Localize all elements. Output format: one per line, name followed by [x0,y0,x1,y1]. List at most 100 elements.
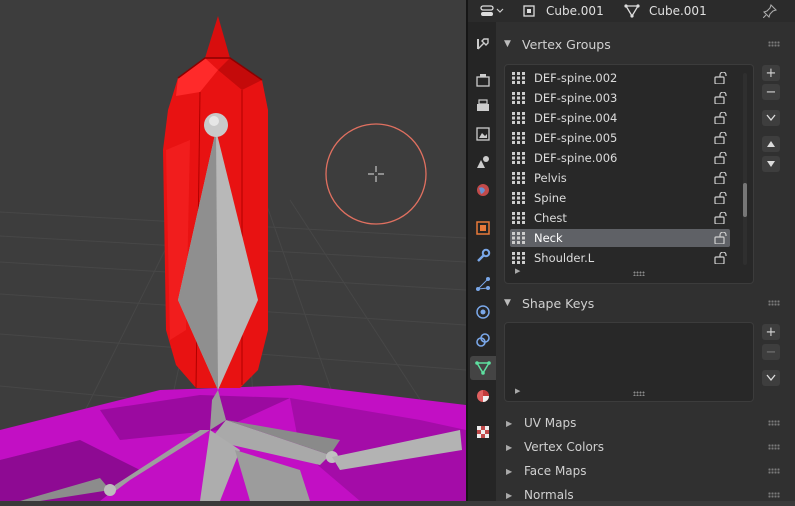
shape-keys-panel-header[interactable]: ▼ Shape Keys [500,292,786,314]
scrollbar-thumb[interactable] [743,183,747,217]
3d-viewport[interactable] [0,0,466,501]
object-breadcrumb[interactable]: Cube.001 [522,0,604,22]
vertex-group-icon [512,112,525,124]
vertex-group-row[interactable]: Pelvis [510,169,730,187]
vertex-group-specials-button[interactable] [762,110,780,126]
vertex-groups-list[interactable]: DEF-spine.002 DEF-spine.003 DEF-spine.004 D… [504,64,754,284]
unlock-icon[interactable] [714,192,728,204]
vertex-group-name: DEF-spine.006 [534,151,618,165]
tab-tool[interactable] [470,32,496,56]
vertex-colors-panel-header[interactable]: ▶ Vertex Colors [500,436,786,458]
panel-drag-grip[interactable] [768,41,780,47]
list-resize-grip[interactable] [633,391,645,396]
triangle-up-icon [767,141,775,147]
remove-shape-key-button[interactable]: − [762,344,780,360]
unlock-icon[interactable] [714,212,728,224]
tab-render[interactable] [470,68,496,92]
world-icon [477,184,489,196]
tab-output[interactable] [470,94,496,118]
physics-icon [476,305,490,319]
shape-keys-title: Shape Keys [522,295,595,311]
output-icon [477,99,489,111]
vertex-groups-panel-header[interactable]: ▼ Vertex Groups [500,33,786,55]
collapsed-triangle-icon: ▶ [506,418,513,428]
unlock-icon[interactable] [714,232,728,244]
panel-drag-grip[interactable] [768,492,780,498]
properties-editor: Cube.001 Cube.001 ▼ Vertex Groups DEF-sp… [468,0,795,502]
unlock-icon[interactable] [714,152,728,164]
vertex-group-name: DEF-spine.004 [534,111,618,125]
unlock-icon[interactable] [714,72,728,84]
tab-material[interactable] [470,384,496,408]
list-resize-grip[interactable] [633,271,645,276]
editor-type-dropdown[interactable] [480,0,504,22]
vertex-group-row[interactable]: Chest [510,209,730,227]
material-icon [477,390,489,402]
vertex-group-row[interactable]: DEF-spine.005 [510,129,730,147]
properties-header: Cube.001 Cube.001 [468,0,795,22]
vertex-group-icon [512,152,525,164]
add-shape-key-button[interactable]: + [762,324,780,340]
object-orange-icon [476,221,490,235]
list-filter-toggle-icon[interactable]: ▶ [515,387,520,395]
texture-checker-icon [477,426,489,438]
vertex-group-name: DEF-spine.002 [534,71,618,85]
pin-button[interactable] [763,0,777,22]
move-down-button[interactable] [762,156,780,172]
tab-view-layer[interactable] [470,122,496,146]
crosshair-cursor [368,166,384,182]
tab-scene[interactable] [470,150,496,174]
vertex-group-row[interactable]: Neck [510,229,730,247]
vertex-group-row[interactable]: DEF-spine.002 [510,69,730,87]
vertex-groups-title: Vertex Groups [522,36,611,52]
unlock-icon[interactable] [714,172,728,184]
tab-texture[interactable] [470,420,496,444]
list-filter-toggle-icon[interactable]: ▶ [515,267,520,275]
properties-content: ▼ Vertex Groups DEF-spine.002 DEF-spine.0… [496,22,795,502]
panel-drag-grip[interactable] [768,420,780,426]
object-name: Cube.001 [546,4,604,18]
panel-drag-grip[interactable] [768,444,780,450]
tab-particles[interactable] [470,272,496,296]
tab-object-data[interactable] [470,356,496,380]
vertex-group-row[interactable]: Shoulder.L [510,249,730,267]
remove-vertex-group-button[interactable]: − [762,84,780,100]
panel-drag-grip[interactable] [768,300,780,306]
vertex-group-row[interactable]: Spine [510,189,730,207]
view-layer-icon [476,127,490,141]
vertex-group-row[interactable]: DEF-spine.003 [510,89,730,107]
vertex-group-icon [512,72,525,84]
tab-modifiers[interactable] [470,244,496,268]
vertex-group-name: DEF-spine.003 [534,91,618,105]
tab-constraints[interactable] [470,328,496,352]
tool-icon [477,38,489,50]
mesh-data-icon [624,4,640,18]
tab-world[interactable] [470,178,496,202]
vertex-group-name: Chest [534,211,567,225]
shape-key-specials-button[interactable] [762,370,780,386]
face-maps-title: Face Maps [524,464,587,478]
vertex-group-row[interactable]: DEF-spine.004 [510,109,730,127]
mesh-breadcrumb[interactable]: Cube.001 [624,0,707,22]
unlock-icon[interactable] [714,252,728,264]
face-maps-panel-header[interactable]: ▶ Face Maps [500,460,786,482]
shape-keys-list[interactable]: ▶ [504,322,754,402]
render-icon [476,74,490,87]
vertex-groups-scrollbar[interactable] [743,73,747,265]
vertex-group-icon [512,252,525,264]
unlock-icon[interactable] [714,112,728,124]
pin-icon [763,4,777,18]
vertex-group-row[interactable]: DEF-spine.006 [510,149,730,167]
normals-panel-header[interactable]: ▶ Normals [500,484,786,506]
unlock-icon[interactable] [714,132,728,144]
chevron-down-icon [766,374,776,382]
move-up-button[interactable] [762,136,780,152]
add-vertex-group-button[interactable]: + [762,65,780,81]
tab-object[interactable] [470,216,496,240]
vertex-group-name: Neck [534,231,563,245]
uv-maps-panel-header[interactable]: ▶ UV Maps [500,412,786,434]
unlock-icon[interactable] [714,92,728,104]
tab-physics[interactable] [470,300,496,324]
panel-drag-grip[interactable] [768,468,780,474]
vertex-group-icon [512,172,525,184]
